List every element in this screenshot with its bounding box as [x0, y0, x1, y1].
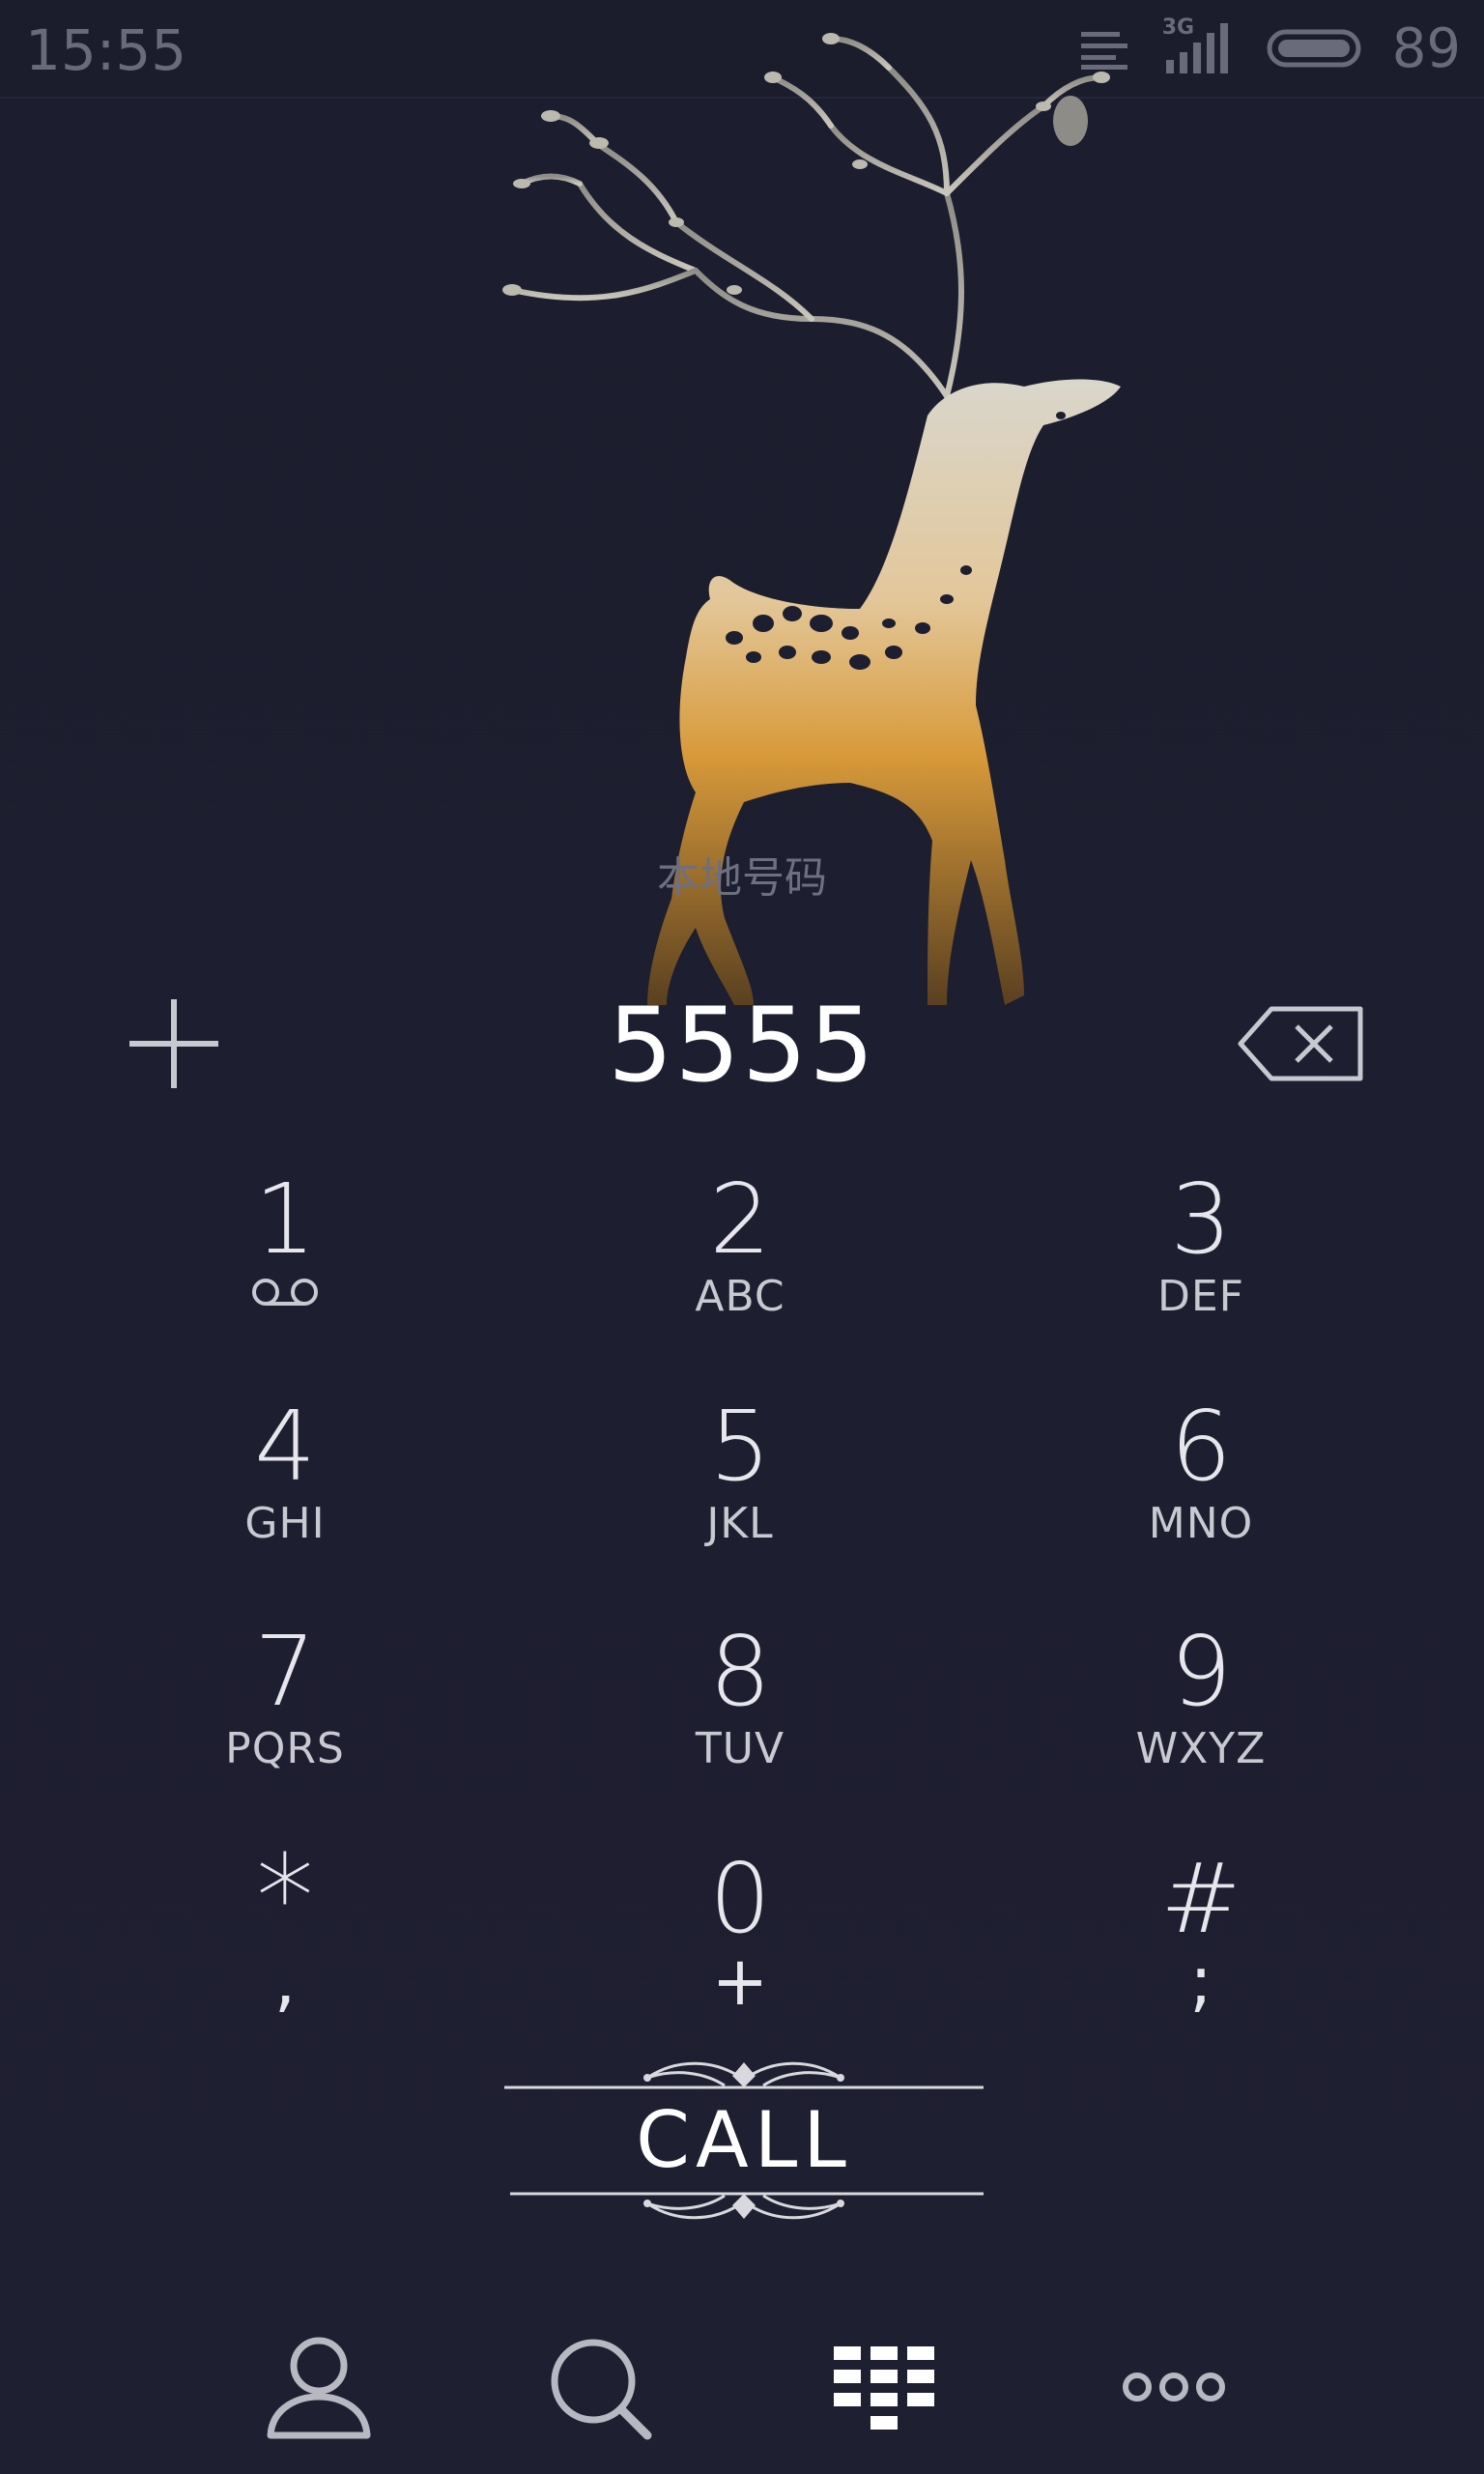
key-0[interactable]: 0 + [595, 1846, 885, 2068]
key-5[interactable]: 5 JKL [595, 1394, 885, 1616]
battery-icon [1267, 29, 1361, 68]
status-time: 15:55 [25, 17, 187, 83]
key-hash[interactable]: # ; [1056, 1846, 1346, 2068]
key-letters: TUV [695, 1724, 785, 1773]
key-7[interactable]: 7 PQRS [140, 1619, 430, 1841]
key-digit: 5 [709, 1390, 771, 1503]
signal-icon [1165, 23, 1228, 73]
key-6[interactable]: 6 MNO [1056, 1394, 1346, 1616]
deer-wallpaper-image [502, 33, 1121, 1005]
dialed-number[interactable]: 5555 [452, 986, 1032, 1105]
key-digit: 8 [709, 1615, 771, 1728]
key-digit: # [1160, 1842, 1241, 1955]
key-digit: * [256, 1831, 314, 1966]
key-digit: 0 [709, 1842, 771, 1955]
dialpad-icon[interactable] [826, 2329, 942, 2445]
key-digit: 7 [254, 1615, 316, 1728]
key-digit: 6 [1170, 1390, 1232, 1503]
voicemail-icon [252, 1279, 318, 1306]
key-letters: ABC [695, 1272, 785, 1321]
key-letters: ; [1189, 1942, 1213, 2021]
key-star[interactable]: * , [140, 1831, 430, 2068]
call-button[interactable]: CALL [502, 2049, 985, 2232]
search-icon[interactable] [541, 2329, 657, 2445]
dialer-screen: 15:55 3G 89 本地号码 5555 1 2 ABC 3 DEF 4 GH… [0, 0, 1484, 2474]
key-letters: MNO [1148, 1499, 1254, 1548]
contacts-icon[interactable] [261, 2329, 377, 2445]
key-letters: WXYZ [1135, 1724, 1267, 1773]
key-letters: DEF [1157, 1272, 1244, 1321]
key-3[interactable]: 3 DEF [1056, 1166, 1346, 1389]
call-label: CALL [636, 2095, 852, 2185]
key-letters: PQRS [225, 1724, 345, 1773]
key-9[interactable]: 9 WXYZ [1056, 1619, 1346, 1841]
battery-level: 89 [1391, 16, 1461, 80]
add-contact-icon[interactable] [126, 995, 222, 1092]
key-digit: 2 [709, 1163, 771, 1276]
key-digit: 3 [1170, 1163, 1232, 1276]
backspace-icon[interactable] [1237, 1005, 1366, 1082]
key-letters: JKL [706, 1499, 774, 1548]
key-letters: + [711, 1942, 769, 2021]
key-letters: GHI [244, 1499, 326, 1548]
bottom-nav [0, 2290, 1484, 2474]
key-digit: 1 [254, 1163, 316, 1276]
signal-indicator: 3G [1162, 15, 1238, 75]
more-icon[interactable] [1116, 2329, 1232, 2445]
key-digit: 4 [254, 1390, 316, 1503]
key-8[interactable]: 8 TUV [595, 1619, 885, 1841]
caller-location: 本地号码 [657, 853, 827, 903]
key-1[interactable]: 1 [140, 1166, 430, 1389]
key-4[interactable]: 4 GHI [140, 1394, 430, 1616]
key-2[interactable]: 2 ABC [595, 1166, 885, 1389]
key-letters: , [273, 1942, 297, 2021]
key-digit: 9 [1170, 1615, 1232, 1728]
